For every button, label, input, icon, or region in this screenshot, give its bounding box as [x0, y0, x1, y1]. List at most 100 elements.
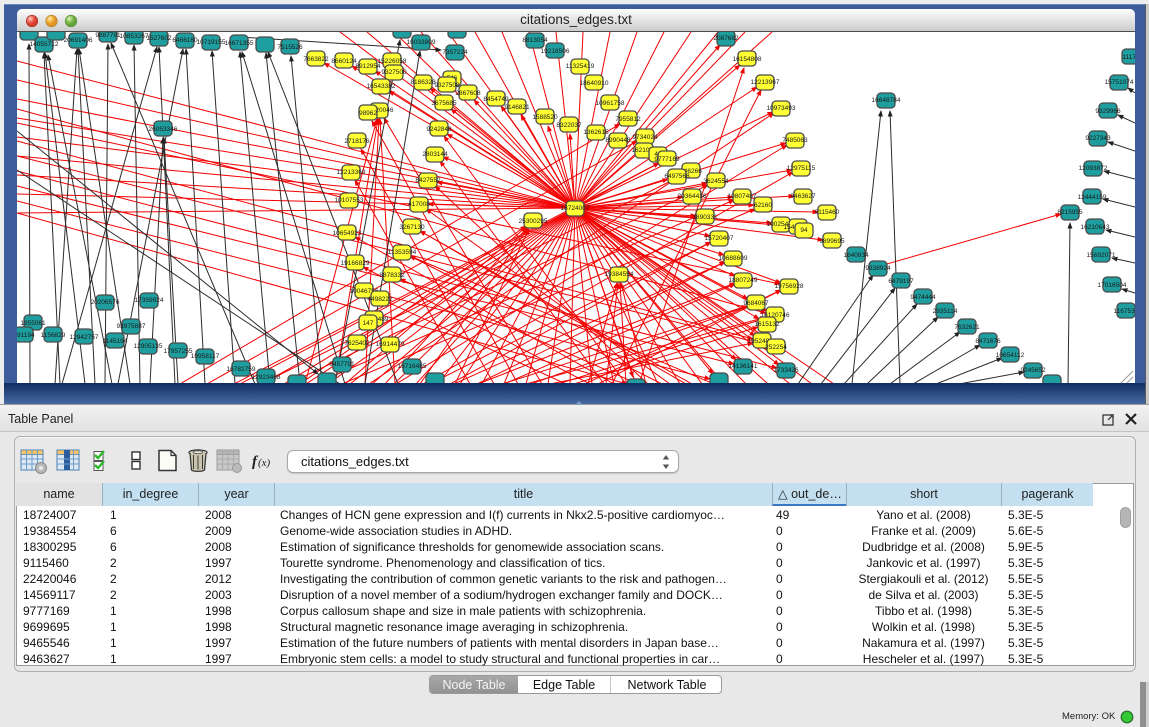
- svg-text:1156829: 1156829: [41, 332, 66, 339]
- svg-text:12444159: 12444159: [1078, 194, 1107, 201]
- svg-text:1588520: 1588520: [532, 114, 558, 121]
- svg-text:9777169: 9777169: [654, 156, 680, 163]
- svg-text:1167533: 1167533: [1114, 308, 1135, 315]
- svg-text:17016504: 17016504: [1098, 282, 1127, 289]
- svg-text:19756928: 19756928: [775, 283, 804, 290]
- svg-text:8215955: 8215955: [1057, 209, 1083, 216]
- svg-text:9227343: 9227343: [1085, 135, 1111, 142]
- svg-text:14055712: 14055712: [30, 41, 59, 48]
- svg-text:20206576: 20206576: [91, 299, 120, 306]
- svg-text:16543382: 16543382: [367, 83, 396, 90]
- svg-text:11325419: 11325419: [566, 63, 595, 70]
- svg-text:15226058: 15226058: [378, 58, 407, 65]
- svg-text:2803144: 2803144: [422, 151, 448, 158]
- svg-text:391194: 391194: [17, 332, 35, 339]
- svg-text:7485063: 7485063: [782, 137, 808, 144]
- svg-text:16154808: 16154808: [733, 56, 762, 63]
- svg-text:1890331: 1890331: [692, 214, 718, 221]
- svg-text:12093872: 12093872: [1079, 165, 1108, 172]
- svg-text:7632621: 7632621: [954, 324, 980, 331]
- svg-text:10688609: 10688609: [719, 255, 748, 262]
- svg-text:7663822: 7663822: [303, 56, 329, 63]
- svg-text:6466160: 6466160: [172, 37, 198, 44]
- svg-text:9146821: 9146821: [504, 104, 530, 111]
- svg-text:9684067: 9684067: [743, 300, 769, 307]
- svg-text:9327500: 9327500: [381, 69, 407, 76]
- svg-text:9474444: 9474444: [910, 294, 936, 301]
- svg-text:15720407: 15720407: [705, 235, 734, 242]
- svg-text:9327508: 9327508: [434, 82, 460, 89]
- svg-text:8471676: 8471676: [975, 338, 1001, 345]
- svg-text:10853267: 10853267: [120, 33, 149, 40]
- svg-text:2087682: 2087682: [713, 35, 739, 42]
- svg-text:12975115: 12975115: [787, 165, 816, 172]
- svg-text:10719155: 10719155: [197, 39, 226, 46]
- svg-text:2935114: 2935114: [933, 308, 958, 315]
- svg-text:9245652: 9245652: [1020, 367, 1046, 374]
- svg-text:12923468: 12923468: [252, 374, 281, 381]
- svg-text:1527602: 1527602: [146, 35, 172, 42]
- svg-text:20691406: 20691406: [64, 37, 93, 44]
- svg-text:3624554: 3624554: [703, 178, 729, 185]
- svg-text:1640934: 1640934: [843, 252, 869, 259]
- svg-text:1145194: 1145194: [103, 338, 128, 345]
- svg-text:8427552: 8427552: [415, 177, 441, 184]
- svg-text:11353594: 11353594: [388, 249, 417, 256]
- svg-text:94: 94: [800, 227, 808, 234]
- svg-text:10654923: 10654923: [333, 230, 362, 237]
- svg-text:1362615: 1362615: [583, 129, 609, 136]
- svg-text:1955061: 1955061: [20, 320, 46, 327]
- svg-text:12905135: 12905135: [134, 343, 163, 350]
- svg-text:8990448: 8990448: [605, 137, 631, 144]
- svg-text:11174: 11174: [1122, 54, 1135, 61]
- svg-text:10973493: 10973493: [767, 105, 796, 112]
- svg-text:417008: 417008: [408, 201, 430, 208]
- svg-text:8322037: 8322037: [556, 122, 582, 129]
- svg-text:17359924: 17359924: [135, 297, 164, 304]
- svg-text:10961758: 10961758: [596, 100, 625, 107]
- svg-text:16210643: 16210643: [1081, 224, 1110, 231]
- svg-text:147: 147: [363, 320, 374, 327]
- svg-text:12942757: 12942757: [70, 334, 99, 341]
- svg-text:2867608: 2867608: [455, 90, 481, 97]
- svg-text:7625402: 7625402: [344, 340, 370, 347]
- svg-text:98962: 98962: [359, 110, 377, 117]
- svg-text:19218506: 19218506: [541, 48, 570, 55]
- svg-text:9734024: 9734024: [632, 134, 658, 141]
- svg-text:25300295: 25300295: [519, 218, 548, 225]
- svg-text:9899695: 9899695: [819, 238, 845, 245]
- svg-text:(x): (x): [258, 457, 271, 469]
- svg-text:16671355: 16671355: [225, 40, 254, 47]
- svg-text:9457791: 9457791: [329, 361, 355, 368]
- svg-text:18640910: 18640910: [580, 80, 609, 87]
- svg-text:26053346: 26053346: [149, 126, 178, 133]
- svg-text:10958117: 10958117: [191, 353, 220, 360]
- svg-text:252254: 252254: [765, 344, 787, 351]
- svg-text:8813054: 8813054: [522, 37, 548, 44]
- svg-text:15751074: 15751074: [1105, 79, 1134, 86]
- svg-text:19166829: 19166829: [341, 260, 370, 267]
- svg-text:7357224: 7357224: [442, 49, 468, 56]
- svg-text:12213369: 12213369: [337, 169, 366, 176]
- svg-text:2718176: 2718176: [344, 138, 370, 145]
- svg-text:9463627: 9463627: [790, 193, 816, 200]
- svg-text:20364436: 20364436: [678, 193, 707, 200]
- svg-text:10654112: 10654112: [996, 352, 1025, 359]
- svg-text:7955812: 7955812: [615, 116, 641, 123]
- svg-text:15692071: 15692071: [1087, 252, 1116, 259]
- svg-text:3267130: 3267130: [399, 224, 425, 231]
- svg-text:9242848: 9242848: [426, 126, 452, 133]
- svg-text:14136141: 14136141: [729, 363, 758, 370]
- svg-text:18724007: 18724007: [561, 205, 590, 212]
- svg-text:18807249: 18807249: [729, 277, 758, 284]
- svg-text:8660124: 8660124: [331, 58, 357, 65]
- svg-text:16648784: 16648784: [872, 97, 901, 104]
- svg-text:8186328: 8186328: [410, 79, 436, 86]
- svg-text:9115460: 9115460: [815, 209, 840, 216]
- svg-text:16914479: 16914479: [376, 341, 405, 348]
- svg-text:19384554: 19384554: [605, 271, 634, 278]
- svg-text:10807487: 10807487: [728, 193, 757, 200]
- svg-text:3675685: 3675685: [431, 100, 457, 107]
- svg-text:1615132: 1615132: [754, 321, 780, 328]
- svg-text:15716485: 15716485: [398, 363, 427, 370]
